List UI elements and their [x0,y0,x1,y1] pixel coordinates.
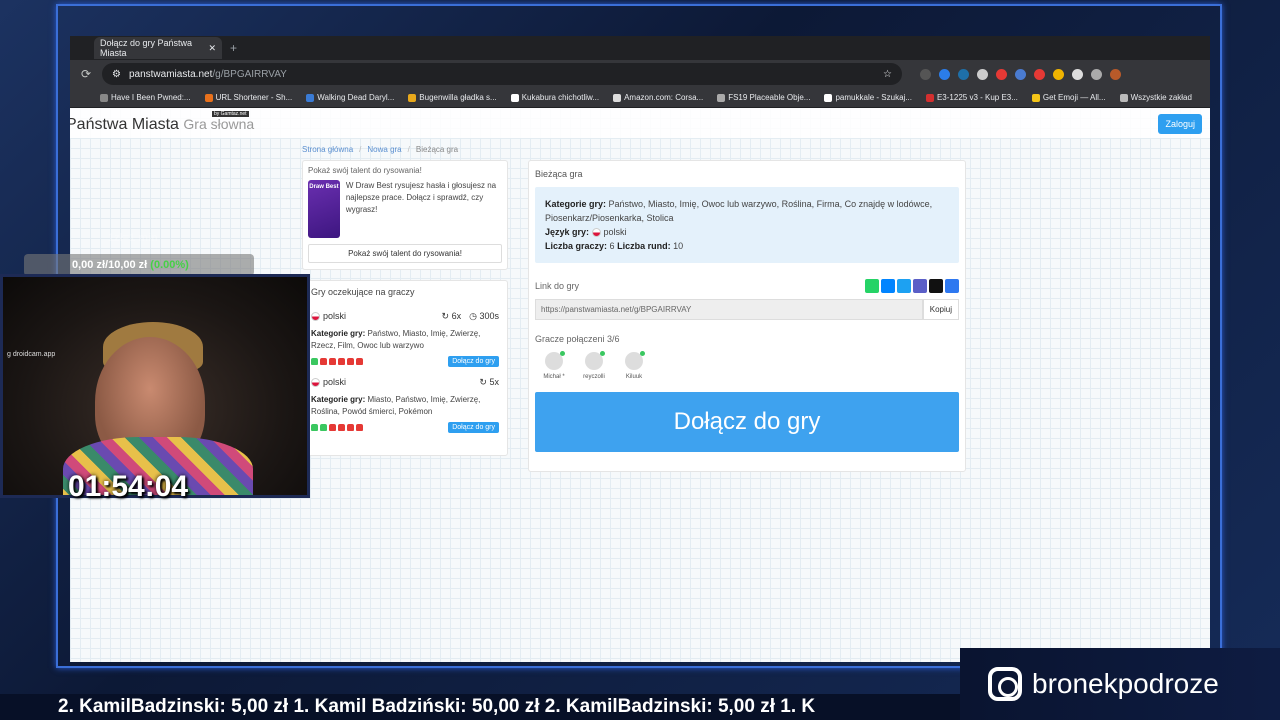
donation-ticker: 2. KamilBadzinski: 5,00 zł 1. Kamil Badz… [0,694,960,720]
puzzle-icon[interactable] [1072,68,1083,80]
player-slots [311,424,363,431]
donation-goal-bar: 0,00 zł / 10,00 zł (0.00%) [24,254,254,276]
flag-pl-icon [591,228,601,238]
list-item: polski ↻ 6x ◷ 300s Kategorie gry: Państw… [311,311,499,367]
extension-icon[interactable] [939,68,950,80]
instagram-icon [988,667,1022,701]
flag-pl-icon [311,378,320,388]
star-icon[interactable]: ☆ [883,69,892,80]
user-icon [625,351,645,370]
bookmark-folder[interactable]: Wszystkie zakład [1119,93,1192,102]
url-domain: panstwamiasta.net [128,68,213,80]
breadcrumb-current: Bieżąca gra [415,145,459,154]
current-game-panel: Bieżąca gra Kategorie gry: Państwo, Mias… [528,160,966,472]
link-label: Link do gry [535,281,580,291]
rounds-icon: ↻ [441,311,450,321]
menu-icon[interactable] [1091,68,1102,80]
bookmark-item[interactable]: Kukabura chichotliw... [510,93,599,102]
game-categories: Kategorie gry: Państwo, Miasto, Imię, Zw… [311,329,481,350]
waiting-games-panel: Gry oczekujące na graczy polski ↻ 6x ◷ 3… [302,280,508,456]
player-item: Michał * [541,351,567,380]
url-path: /g/BPGAIRRVAY [212,68,287,80]
players-list: Michał * reyczolli Kiluuk [535,351,959,380]
bookmark-item[interactable]: Amazon.com: Corsa... [613,93,703,102]
waiting-title: Gry oczekujące na graczy [311,287,415,297]
bookmark-item[interactable]: Have I Been Pwned:... [100,93,191,102]
browser-tab[interactable]: Dołącz do gry Państwa Miasta ✕ [94,37,222,59]
extensions-toolbar [920,68,1121,80]
snapchat-icon[interactable] [929,279,943,293]
stream-timer: 01:54:04 [68,470,189,503]
instagram-badge: bronekpodroze [960,648,1280,720]
site-logo[interactable]: Państwa Miasta Gra słowna [70,116,254,134]
new-tab-button[interactable]: + [230,41,237,55]
bookmark-item[interactable]: pamukkale - Szukaj... [824,93,912,102]
reload-icon[interactable]: ⟳ [78,67,94,81]
instagram-handle: bronekpodroze [1032,668,1219,699]
tab-title: Dołącz do gry Państwa Miasta [100,38,193,58]
whatsapp-icon[interactable] [865,279,879,293]
extension-icon[interactable] [1015,68,1026,80]
site-header: Państwa Miasta Gra słowna by Gamtaz.net … [70,108,1210,138]
copy-button[interactable]: Kopiuj [922,299,959,320]
join-game-button[interactable]: Dołącz do gry [448,356,499,367]
extension-icon[interactable] [920,68,931,80]
promo-title: Pokaż swój talent do rysowania! [308,166,422,175]
twitter-icon[interactable] [897,279,911,293]
promo-image[interactable]: Draw Best [308,180,340,238]
player-slots [311,358,363,365]
tab-bar: Dołącz do gry Państwa Miasta ✕ + [70,36,1210,60]
teams-icon[interactable] [913,279,927,293]
avatar[interactable] [1110,68,1121,80]
breadcrumb: Strona główna / Nowa gra / Bieżąca gra [302,145,459,154]
bookmark-item[interactable]: FS19 Placeable Obje... [717,93,810,102]
extension-icon[interactable] [1053,68,1064,80]
extension-icon[interactable] [977,68,988,80]
logo-byline: by Gamtaz.net [212,111,249,117]
join-game-button[interactable]: Dołącz do gry [448,422,499,433]
user-icon [545,351,565,370]
players-label: Gracze połączeni 3/6 [535,334,620,344]
player-item: reyczolli [581,351,607,380]
cam-watermark: g droidcam.app [7,351,56,358]
user-icon [585,351,605,370]
join-game-main-button[interactable]: Dołącz do gry [535,392,959,452]
flag-pl-icon [311,312,320,322]
promo-text: W Draw Best rysujesz hasła i głosujesz n… [345,181,497,214]
extension-icon[interactable] [958,68,969,80]
game-link-input[interactable]: https://panstwamiasta.net/g/BPGAIRRVAY [535,299,923,320]
webcam-feed: g droidcam.app [0,274,310,498]
url-input[interactable]: ⚙ panstwamiasta.net/g/BPGAIRRVAY ☆ [102,63,902,85]
list-item: polski ↻ 5x Kategorie gry: Miasto, Państ… [311,377,499,433]
promo-panel: Pokaż swój talent do rysowania! Draw Bes… [302,160,508,270]
breadcrumb-home[interactable]: Strona główna [302,145,353,154]
close-icon[interactable]: ✕ [208,43,216,54]
share-more-icon[interactable] [945,279,959,293]
messenger-icon[interactable] [881,279,895,293]
share-icons [865,279,959,293]
bookmark-item[interactable]: Get Emoji — All... [1031,93,1106,102]
current-game-title: Bieżąca gra [535,169,583,179]
bookmark-item[interactable]: Bugenwilla gładka s... [408,93,497,102]
breadcrumb-new-game[interactable]: Nowa gra [367,145,401,154]
clock-icon: ◷ [469,311,477,321]
bookmark-item[interactable]: Walking Dead Daryl... [306,93,394,102]
bookmark-item[interactable]: URL Shortener - Sh... [204,93,292,102]
login-button[interactable]: Zaloguj [1158,114,1202,134]
site-info-icon[interactable]: ⚙ [112,69,121,80]
extension-icon[interactable] [1034,68,1045,80]
bookmark-item[interactable]: E3-1225 v3 - Kup E3... [925,93,1018,102]
game-info-box: Kategorie gry: Państwo, Miasto, Imię, Ow… [535,187,959,263]
promo-button[interactable]: Pokaż swój talent do rysowania! [308,244,502,263]
game-categories: Kategorie gry: Miasto, Państwo, Imię, Zw… [311,395,481,416]
bookmarks-bar: Have I Been Pwned:... URL Shortener - Sh… [70,88,1210,108]
player-item: Kiluuk [621,351,647,380]
extension-icon[interactable] [996,68,1007,80]
rounds-icon: ↻ [479,377,487,387]
address-bar: ⟳ ⚙ panstwamiasta.net/g/BPGAIRRVAY ☆ [70,60,1210,88]
goal-rate-label: 1zł=1 min [108,232,158,244]
